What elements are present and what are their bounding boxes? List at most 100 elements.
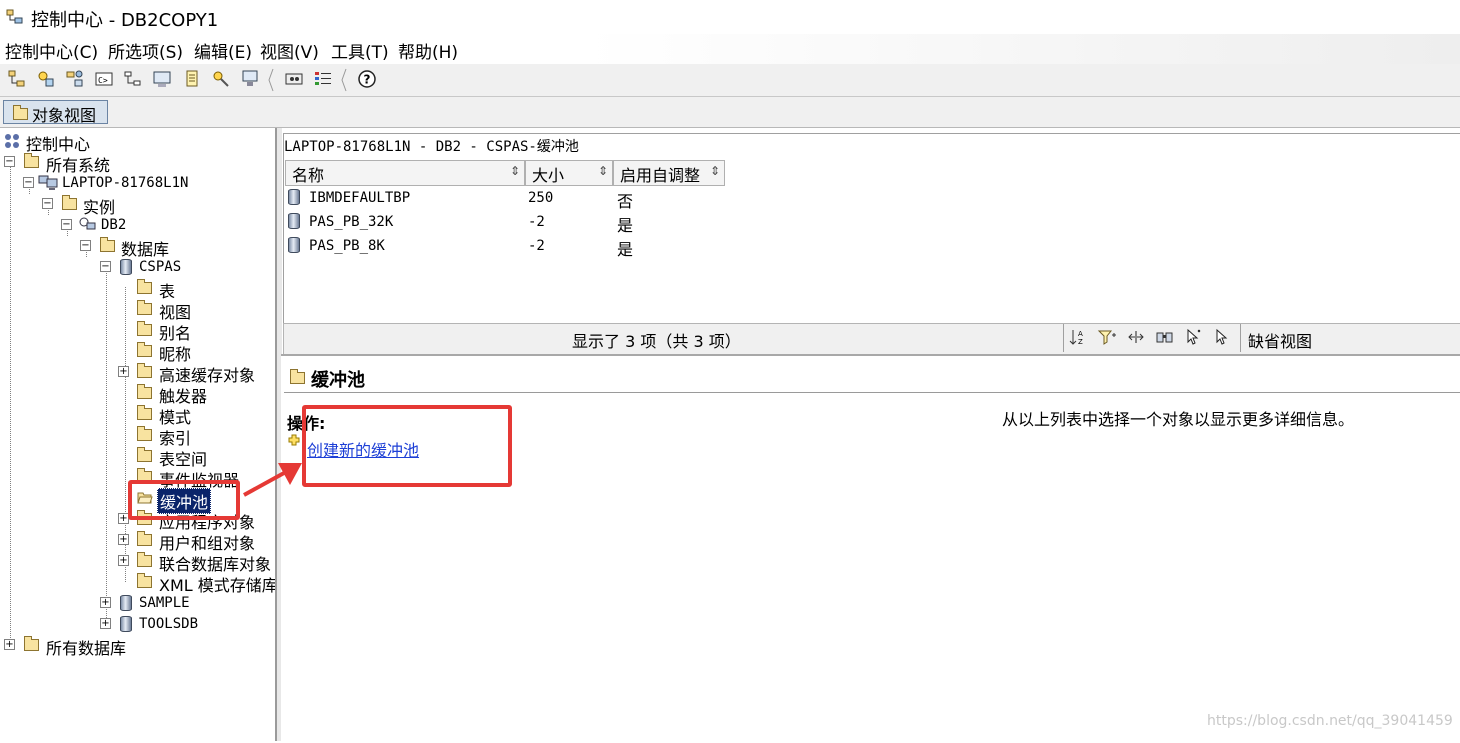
- folder-icon: [137, 384, 152, 399]
- svg-text:A: A: [1078, 330, 1083, 338]
- customize-columns-icon[interactable]: [1126, 327, 1146, 347]
- collapse-icon[interactable]: −: [61, 219, 72, 230]
- tree-node-host[interactable]: − LAPTOP-81768L1N: [23, 173, 273, 193]
- tree-node-databases[interactable]: − 数据库: [80, 236, 260, 259]
- control-center-icon: [6, 9, 23, 24]
- folder-icon: [137, 447, 152, 462]
- divider: [1240, 324, 1241, 352]
- tree-node-aliases[interactable]: 别名: [137, 320, 275, 343]
- task-center-icon[interactable]: [123, 69, 143, 89]
- instance-icon: [79, 217, 96, 230]
- tree-node-views[interactable]: 视图: [137, 299, 275, 322]
- command-editor-icon[interactable]: C>: [94, 69, 114, 89]
- tree-node-cache-objects[interactable]: + 高速缓存对象: [118, 362, 275, 385]
- toolbar: C> ?: [0, 64, 1460, 97]
- divider: [1063, 324, 1064, 352]
- menu-tools[interactable]: 工具(T): [331, 38, 389, 63]
- collapse-icon[interactable]: −: [42, 198, 53, 209]
- column-header-name[interactable]: 名称 ⇕: [285, 160, 525, 186]
- details-hint: 从以上列表中选择一个对象以显示更多详细信息。: [1002, 410, 1355, 429]
- folder-icon: [24, 636, 39, 651]
- control-center-icon: [5, 134, 19, 148]
- menu-bar: 控制中心(C) 所选项(S) 编辑(E) 视图(V) 工具(T) 帮助(H): [0, 34, 1460, 64]
- toolbar-separator: [268, 68, 274, 92]
- object-tree: 控制中心 − 所有系统 − LAPTOP-81768L1N − 实例 − DB2…: [0, 128, 277, 741]
- expand-icon[interactable]: +: [118, 555, 129, 566]
- folder-icon: [137, 552, 152, 567]
- tree-node-database-cspas[interactable]: − CSPAS: [100, 257, 260, 277]
- contents-path: LAPTOP-81768L1N - DB2 - CSPAS-缓冲池: [284, 139, 579, 155]
- tree-node-all-systems[interactable]: − 所有系统: [4, 152, 264, 175]
- divider: [284, 392, 1460, 393]
- satellite-admin-icon[interactable]: [65, 69, 85, 89]
- table-row[interactable]: PAS_PB_8K -2 是: [285, 236, 745, 259]
- filter-icon[interactable]: [1097, 327, 1117, 347]
- annotation-arrow: [243, 463, 302, 497]
- column-header-size[interactable]: 大小 ⇕: [525, 160, 613, 186]
- tree-node-triggers[interactable]: 触发器: [137, 383, 275, 406]
- sort-icon: ⇕: [597, 164, 608, 178]
- folder-icon: [137, 573, 152, 588]
- object-view-tab[interactable]: 对象视图: [3, 100, 108, 125]
- tree-node-all-databases[interactable]: + 所有数据库: [4, 635, 264, 658]
- tree-node-user-group-objects[interactable]: + 用户和组对象: [118, 530, 275, 553]
- configuration-assistant-icon[interactable]: [240, 69, 260, 89]
- expand-icon[interactable]: +: [118, 366, 129, 377]
- tools-settings-icon[interactable]: [284, 69, 304, 89]
- tree-node-instance-db2[interactable]: − DB2: [61, 215, 261, 235]
- folder-icon: [100, 237, 115, 252]
- replication-center-icon[interactable]: [36, 69, 56, 89]
- deselect-all-icon[interactable]: [1213, 327, 1233, 347]
- menu-help[interactable]: 帮助(H): [398, 38, 458, 63]
- toolbar-separator: [341, 68, 347, 92]
- tree-node-schemas[interactable]: 模式: [137, 404, 275, 427]
- tree-node-indexes[interactable]: 索引: [137, 425, 275, 448]
- legend-icon[interactable]: [313, 69, 333, 89]
- expand-icon[interactable]: +: [100, 618, 111, 629]
- collapse-icon[interactable]: −: [4, 156, 15, 167]
- tree-node-database-sample[interactable]: + SAMPLE: [100, 593, 260, 613]
- buffer-pool-icon: [288, 189, 300, 205]
- sort-icon[interactable]: AZ: [1068, 327, 1088, 347]
- expand-icon[interactable]: +: [4, 639, 15, 650]
- menu-view[interactable]: 视图(V): [260, 38, 319, 63]
- health-center-icon[interactable]: [152, 69, 172, 89]
- folder-icon: [137, 300, 152, 315]
- collapse-icon[interactable]: −: [100, 261, 111, 272]
- folder-icon: [137, 342, 152, 357]
- select-all-icon[interactable]: [1184, 327, 1204, 347]
- folder-icon: [137, 426, 152, 441]
- expand-icon[interactable]: +: [100, 597, 111, 608]
- find-icon[interactable]: [1155, 327, 1175, 347]
- folder-icon: [62, 195, 77, 210]
- menu-selected[interactable]: 所选项(S): [108, 38, 183, 63]
- object-view-label: 对象视图: [32, 106, 97, 125]
- collapse-icon[interactable]: −: [23, 177, 34, 188]
- menu-edit[interactable]: 编辑(E): [194, 38, 252, 63]
- collapse-icon[interactable]: −: [80, 240, 91, 251]
- journal-icon[interactable]: [182, 69, 202, 89]
- tree-node-control-center[interactable]: 控制中心: [4, 131, 264, 154]
- folder-icon: [13, 105, 28, 120]
- license-center-icon[interactable]: [211, 69, 231, 89]
- tree-node-federated-objects[interactable]: + 联合数据库对象: [118, 551, 275, 574]
- tree-node-tables[interactable]: 表: [137, 278, 275, 301]
- folder-icon: [137, 363, 152, 378]
- help-icon[interactable]: ?: [357, 69, 377, 89]
- folder-icon: [137, 321, 152, 336]
- tree-node-database-toolsdb[interactable]: + TOOLSDB: [100, 614, 260, 634]
- database-icon: [120, 259, 132, 275]
- folder-icon: [137, 531, 152, 546]
- menu-control-center[interactable]: 控制中心(C): [5, 38, 98, 63]
- tree-node-xml-schema-repository[interactable]: XML 模式存储库: [137, 572, 275, 595]
- tree-node-instances[interactable]: − 实例: [42, 194, 262, 217]
- svg-text:Z: Z: [1078, 338, 1083, 346]
- tree-node-nicknames[interactable]: 昵称: [137, 341, 275, 364]
- default-view-selector[interactable]: 缺省视图: [1248, 328, 1312, 352]
- table-row[interactable]: PAS_PB_32K -2 是: [285, 212, 745, 235]
- object-tree-icon[interactable]: [7, 69, 27, 89]
- database-icon: [120, 595, 132, 611]
- expand-icon[interactable]: +: [118, 534, 129, 545]
- column-header-auto-tune[interactable]: 启用自调整 ⇕: [613, 160, 725, 186]
- table-row[interactable]: IBMDEFAULTBP 250 否: [285, 188, 745, 211]
